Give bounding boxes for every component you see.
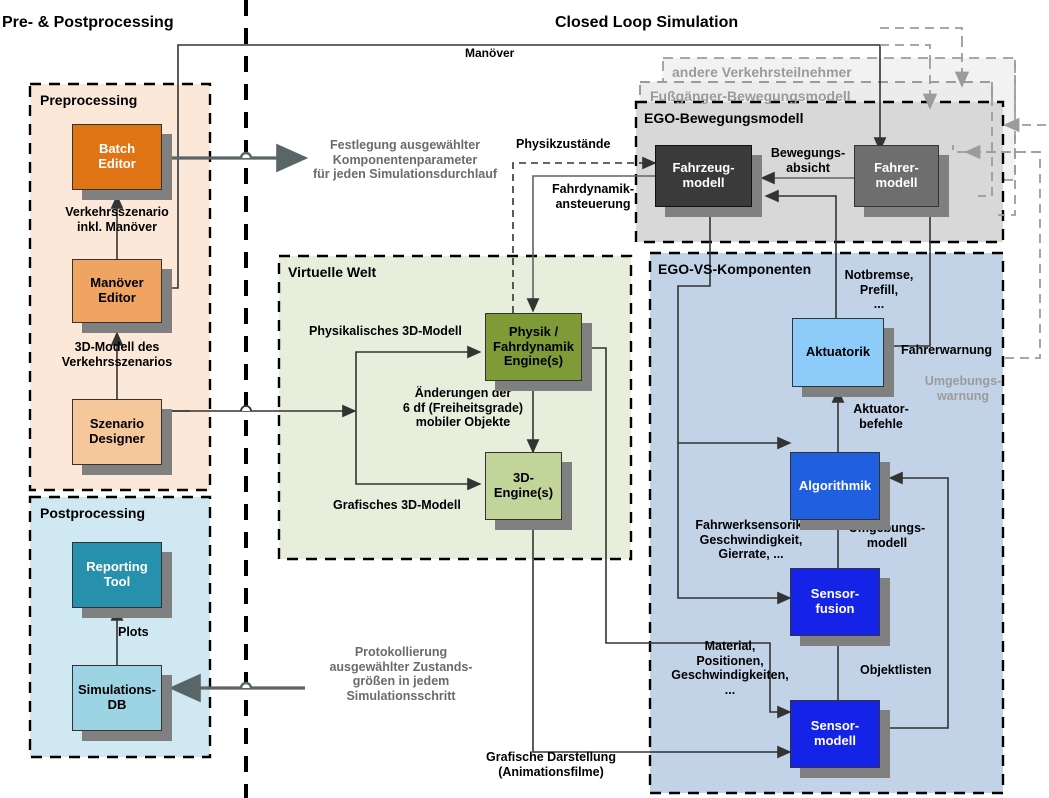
group-title-andere-verkehrsteilnehmer: andere Verkehrsteilnehmer	[672, 64, 852, 80]
node-szenario-designer[interactable]: Szenario Designer	[72, 399, 162, 465]
hop-festlegung	[239, 151, 253, 159]
node-simulations-db[interactable]: Simulations- DB	[72, 665, 162, 731]
label-aenderungen-6df: Änderungen der 6 df (Freiheitsgrade) mob…	[402, 386, 524, 429]
label-verkehrsszenario: Verkehrsszenario inkl. Manöver	[65, 205, 169, 234]
label-umgebungswarnung: Umgebungs- warnung	[924, 374, 1002, 403]
node-sensorfusion[interactable]: Sensor- fusion	[790, 568, 880, 636]
label-physikalisches-3d-modell: Physikalisches 3D-Modell	[309, 324, 462, 338]
label-physikzustaende: Physikzustände	[516, 137, 611, 151]
hop-protokollierung	[239, 681, 253, 689]
label-fahrerwarnung: Fahrerwarnung	[901, 343, 992, 357]
group-title-ego-vs-komponenten: EGO-VS-Komponenten	[658, 261, 812, 277]
label-grafisches-3d-modell: Grafisches 3D-Modell	[333, 498, 461, 512]
label-fahrdynamikansteuerung: Fahrdynamik- ansteuerung	[552, 182, 634, 211]
label-festlegung: Festlegung ausgewählter Komponentenparam…	[313, 138, 498, 181]
node-algorithmik[interactable]: Algorithmik	[790, 452, 880, 520]
node-physik-fahrdynamik-engine[interactable]: Physik / Fahrdynamik Engine(s)	[485, 313, 582, 381]
label-plots: Plots	[118, 625, 149, 639]
label-manoever: Manöver	[465, 46, 515, 60]
node-fahrermodell[interactable]: Fahrer- modell	[854, 145, 939, 207]
header-right: Closed Loop Simulation	[555, 14, 739, 31]
label-aktuatorbefehle: Aktuator- befehle	[853, 402, 909, 431]
diagram-canvas: Pre- & Postprocessing Closed Loop Simula…	[0, 0, 1049, 798]
label-bewegungsabsicht: Bewegungs- absicht	[770, 146, 846, 175]
label-material-positionen: Material, Positionen, Geschwindigkeiten,…	[671, 639, 789, 697]
label-objektlisten: Objektlisten	[860, 663, 932, 677]
group-title-virtuelle-welt: Virtuelle Welt	[288, 264, 377, 280]
hop-szenario	[240, 405, 252, 412]
node-reporting-tool[interactable]: Reporting Tool	[72, 542, 162, 608]
group-title-ego-bewegungsmodell: EGO-Bewegungsmodell	[644, 110, 804, 126]
header-left: Pre- & Postprocessing	[2, 14, 174, 31]
label-protokollierung: Protokollierung ausgewählter Zustands- g…	[329, 645, 473, 703]
node-fahrzeugmodell[interactable]: Fahrzeug- modell	[655, 145, 752, 207]
label-grafische-darstellung: Grafische Darstellung (Animationsfilme)	[486, 750, 616, 779]
group-title-preprocessing: Preprocessing	[40, 92, 138, 108]
group-title-postprocessing: Postprocessing	[40, 505, 146, 521]
node-3d-engine[interactable]: 3D- Engine(s)	[485, 452, 562, 520]
node-aktuatorik[interactable]: Aktuatorik	[792, 318, 884, 387]
node-manoever-editor[interactable]: Manöver Editor	[72, 259, 162, 323]
label-notbremse: Notbremse, Prefill, ...	[844, 268, 914, 311]
label-3dmodell-verkehrsszenarios: 3D-Modell des Verkehrsszenarios	[61, 340, 173, 369]
group-title-fussgaenger: Fußgänger-Bewegungsmodell	[650, 88, 851, 104]
edge-grey-branch-2	[880, 27, 963, 38]
node-sensormodell[interactable]: Sensor- modell	[790, 700, 880, 768]
node-batch-editor[interactable]: Batch Editor	[72, 124, 162, 190]
